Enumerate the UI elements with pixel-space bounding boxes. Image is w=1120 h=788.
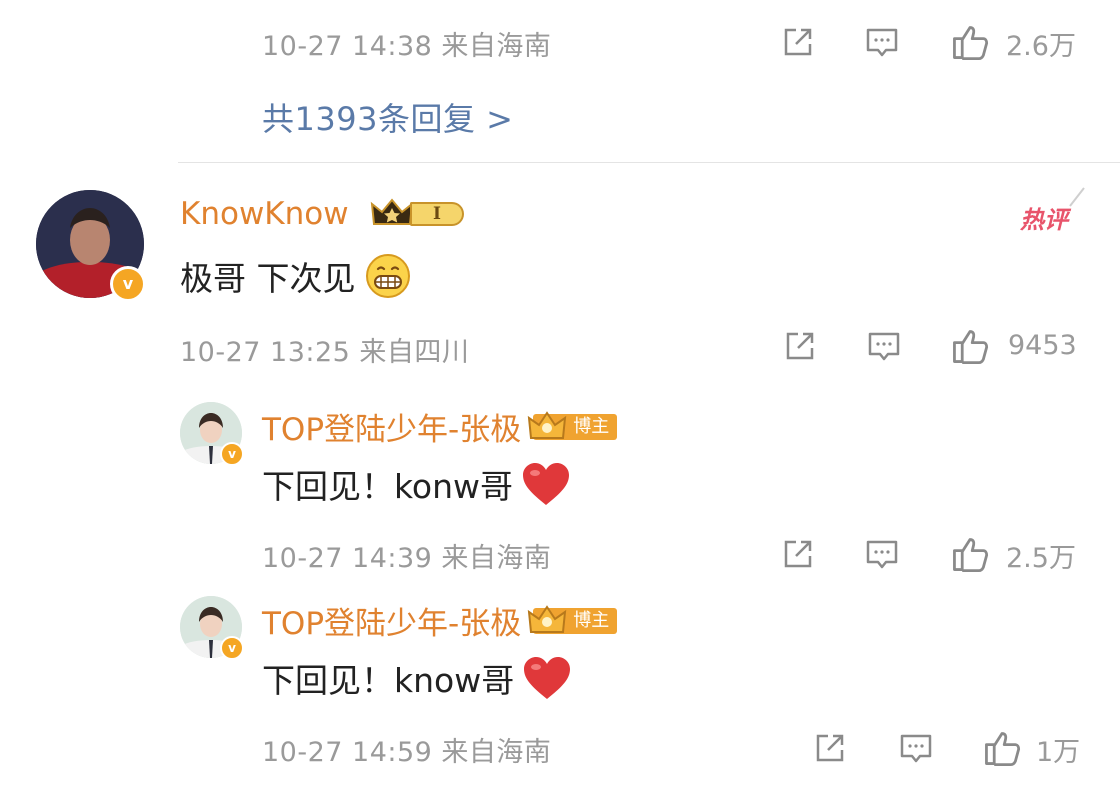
verified-v-icon: v (122, 274, 134, 293)
top-comment-like-count: 2.6万 (1006, 31, 1076, 62)
comment-like-button[interactable] (950, 326, 990, 366)
crown-icon (528, 410, 567, 439)
reply-meta: 10-27 14:59 来自海南 (262, 737, 552, 768)
reply-meta: 10-27 14:39 来自海南 (262, 543, 552, 574)
reply-comment-button[interactable] (898, 730, 934, 766)
comment-icon (866, 540, 898, 569)
reply-like-count: 1万 (1036, 737, 1081, 768)
top-comment-comment-button[interactable] (864, 24, 900, 60)
crown-icon (528, 604, 567, 633)
verified-badge: v (220, 636, 244, 660)
crown-icon (370, 198, 414, 225)
top-comment-share-button[interactable] (780, 24, 816, 60)
comment-icon (868, 332, 900, 361)
more-replies-link[interactable]: 共1393条回复 > (262, 94, 513, 140)
comment-text: 极哥 下次见 (180, 259, 356, 298)
blogger-badge: 博主 (528, 410, 618, 440)
grin-emoji-icon (365, 254, 410, 298)
share-icon (816, 734, 844, 762)
comment-share-button[interactable] (782, 328, 818, 364)
share-icon (784, 28, 812, 56)
like-icon (953, 330, 989, 365)
verified-badge: v (110, 266, 146, 302)
reply-text: 下回见！know哥 (262, 661, 515, 700)
verified-v-icon: v (228, 641, 236, 655)
comment-icon (900, 734, 932, 763)
level-badge-label: I (410, 202, 464, 226)
comment-comment-button[interactable] (866, 328, 902, 364)
commenter-username[interactable]: KnowKnow (180, 196, 349, 232)
reply-share-button[interactable] (780, 536, 816, 572)
hot-tag-corner-icon (1069, 187, 1085, 207)
share-icon (786, 332, 814, 360)
verified-badge: v (220, 442, 244, 466)
hot-comment-tag: 热评 (1020, 206, 1068, 234)
like-icon (953, 26, 989, 61)
share-icon (784, 540, 812, 568)
top-comment-meta: 10-27 14:38 来自海南 (262, 31, 552, 62)
reply-username[interactable]: TOP登陆少年-张极 (262, 598, 521, 643)
heart-emoji-icon (524, 657, 571, 699)
top-comment-like-button[interactable] (950, 22, 990, 62)
verified-v-icon: v (228, 447, 236, 461)
comment-meta: 10-27 13:25 来自四川 (180, 337, 470, 368)
heart-emoji-icon (523, 463, 570, 505)
comment-icon (866, 28, 898, 57)
like-icon (985, 732, 1021, 767)
reply-like-button[interactable] (982, 728, 1022, 768)
comment-like-count: 9453 (1008, 330, 1077, 361)
reply-like-button[interactable] (950, 534, 990, 574)
reply-share-button[interactable] (812, 730, 848, 766)
reply-comment-button[interactable] (864, 536, 900, 572)
reply-username[interactable]: TOP登陆少年-张极 (262, 404, 521, 449)
level-badge: I (370, 196, 468, 230)
comment-divider (178, 162, 1120, 163)
reply-text: 下回见！konw哥 (262, 467, 514, 506)
reply-like-count: 2.5万 (1006, 543, 1076, 574)
like-icon (953, 538, 989, 573)
blogger-badge: 博主 (528, 604, 618, 634)
